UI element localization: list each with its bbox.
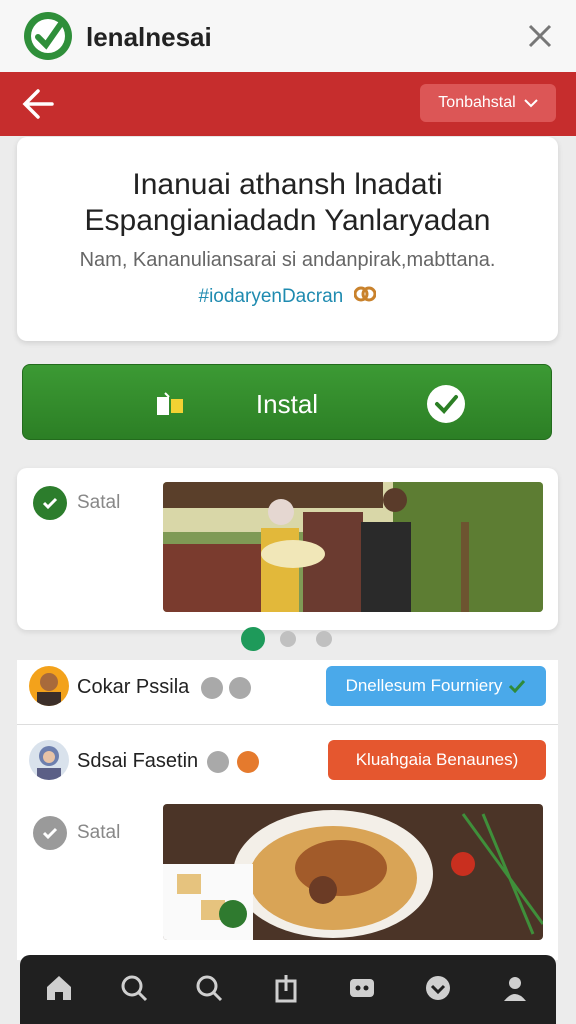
flame-icon — [237, 751, 259, 773]
hero-title-line2: Espangianiadadn Yanlaryadan — [84, 204, 491, 237]
avatar[interactable] — [29, 666, 69, 706]
list-item: Cokar Pssila Dnellesum Fourniery — [17, 660, 558, 720]
top-bar: lenalnesai — [0, 0, 576, 72]
post-card[interactable]: Satal — [17, 468, 558, 630]
hero-title: Inanuai athansh lnadati Espangianiadadn … — [17, 167, 558, 239]
chat-icon[interactable] — [347, 973, 377, 1003]
tool-icon — [229, 677, 251, 699]
category-dropdown[interactable]: Tonbahstal — [420, 84, 556, 122]
food-photo[interactable] — [163, 804, 543, 940]
back-arrow-icon[interactable] — [20, 86, 58, 122]
home-icon[interactable] — [44, 973, 74, 1003]
follow-button[interactable]: Dnellesum Fourniery — [326, 666, 546, 706]
search-icon[interactable] — [194, 973, 224, 1003]
hero-hashtag[interactable]: #iodaryenDacran — [17, 285, 558, 308]
check-circle-icon — [33, 486, 67, 520]
user-name[interactable]: Sdsai Fasetin — [77, 750, 198, 773]
compass-icon[interactable] — [423, 973, 453, 1003]
action-button[interactable]: Kluahgaia Benaunes) — [328, 740, 546, 780]
post-status-label: Satal — [77, 822, 121, 843]
list-item: Sdsai Fasetin Kluahgaia Benaunes) — [17, 734, 558, 794]
profile-icon[interactable] — [500, 973, 530, 1003]
hero-title-line1: Inanuai athansh lnadati — [132, 168, 443, 201]
bottom-nav — [20, 955, 556, 1024]
post-status-label: Satal — [77, 492, 121, 513]
check-icon — [509, 679, 526, 693]
user-name[interactable]: Cokar Pssila — [77, 676, 189, 699]
share-icon[interactable] — [271, 973, 301, 1003]
carousel-dot[interactable] — [280, 631, 296, 647]
post-status: Satal — [33, 816, 120, 850]
install-check-icon — [427, 385, 465, 423]
follow-button-label: Dnellesum Fourniery — [345, 676, 503, 695]
carousel-indicator — [0, 626, 576, 652]
divider — [17, 724, 558, 725]
carousel-dot-active[interactable] — [241, 627, 265, 651]
search-icon[interactable] — [119, 973, 149, 1003]
action-button-label: Kluahgaia Benaunes) — [355, 750, 519, 769]
pretzel-icon — [353, 286, 377, 302]
install-button[interactable]: Instal — [22, 364, 552, 440]
dropdown-label: Tonbahstal — [438, 94, 516, 111]
install-label: Instal — [255, 389, 319, 419]
carousel-dot[interactable] — [316, 631, 332, 647]
tool-icon — [207, 751, 229, 773]
app-title: lenalnesai — [86, 22, 212, 52]
chevron-down-icon — [523, 99, 538, 108]
check-circle-icon — [33, 816, 67, 850]
post-status: Satal — [33, 486, 120, 520]
avatar[interactable] — [29, 740, 69, 780]
post-photo[interactable] — [163, 482, 543, 612]
feed-list: Cokar Pssila Dnellesum Fourniery Sdsai F… — [17, 660, 558, 960]
header-bar: Tonbahstal — [0, 72, 576, 136]
hero-card: Inanuai athansh lnadati Espangianiadadn … — [17, 137, 558, 341]
hero-subtitle: Nam, Kananuliansarai si andanpirak,mabtt… — [79, 249, 496, 271]
app-logo-icon — [24, 12, 72, 60]
tool-icon — [201, 677, 223, 699]
hero-hashtag-text: #iodaryenDacran — [198, 286, 344, 307]
close-icon[interactable] — [524, 20, 556, 52]
